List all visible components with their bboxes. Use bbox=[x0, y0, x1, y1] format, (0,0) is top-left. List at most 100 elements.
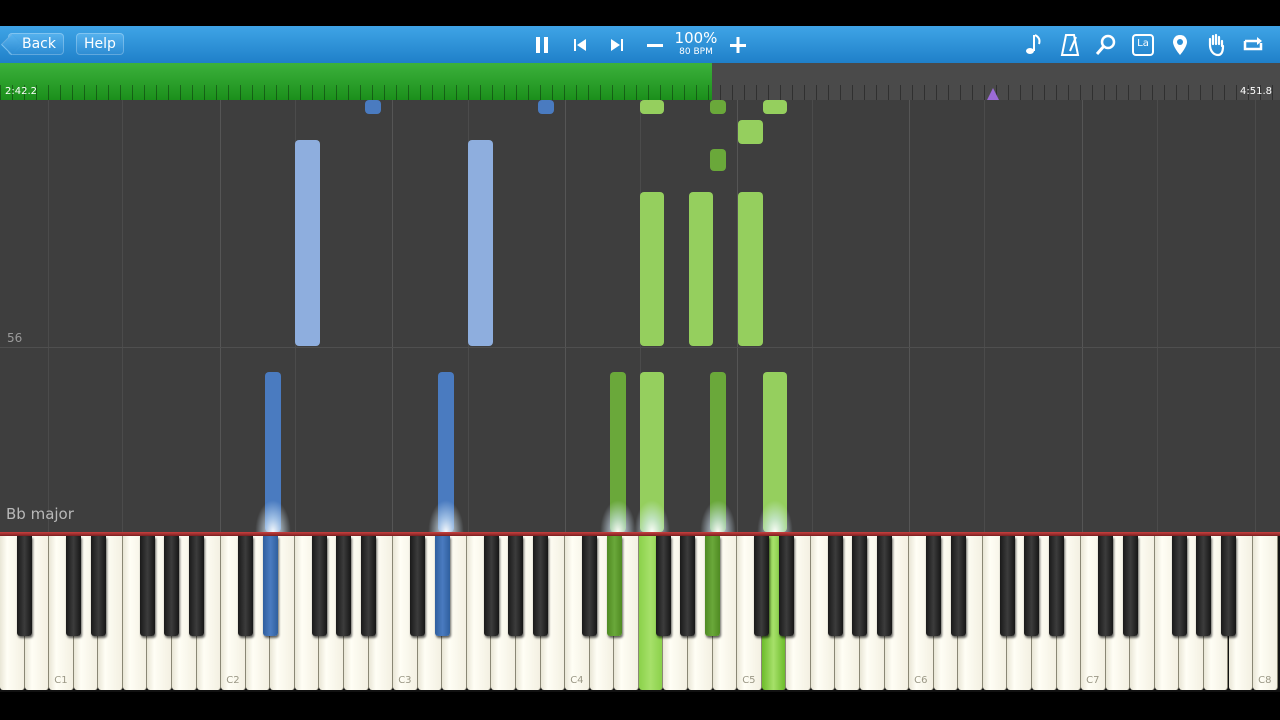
octave-label: C5 bbox=[742, 675, 756, 686]
black-key[interactable] bbox=[606, 536, 622, 636]
grid-line bbox=[122, 100, 123, 532]
song-progress-bar[interactable] bbox=[0, 63, 1280, 100]
note-hit-glow bbox=[428, 500, 464, 532]
falling-note bbox=[689, 192, 713, 346]
grid-line bbox=[984, 100, 985, 532]
black-key[interactable] bbox=[262, 536, 278, 636]
black-key[interactable] bbox=[950, 536, 966, 636]
black-key[interactable] bbox=[754, 536, 770, 636]
black-key[interactable] bbox=[336, 536, 352, 636]
help-button[interactable]: Help bbox=[76, 33, 124, 55]
black-key[interactable] bbox=[1122, 536, 1138, 636]
speed-bpm: 80 BPM bbox=[679, 47, 713, 57]
progress-ticks bbox=[0, 85, 1280, 100]
black-key[interactable] bbox=[1049, 536, 1064, 636]
black-key[interactable] bbox=[483, 536, 499, 636]
grid-line bbox=[1082, 100, 1083, 532]
back-button[interactable]: Back bbox=[8, 33, 64, 55]
metronome-icon[interactable] bbox=[1057, 32, 1083, 58]
piano-roll: 56 bbox=[0, 100, 1280, 532]
black-key[interactable] bbox=[705, 536, 721, 636]
octave-label: C8 bbox=[1258, 675, 1272, 686]
black-key[interactable] bbox=[999, 536, 1015, 636]
note-hit-glow bbox=[757, 500, 793, 532]
grid-line bbox=[48, 100, 49, 532]
octave-label: C3 bbox=[398, 675, 412, 686]
octave-label: C7 bbox=[1086, 675, 1100, 686]
note-hit-glow bbox=[700, 500, 736, 532]
grid-line bbox=[1255, 100, 1256, 532]
falling-note bbox=[738, 192, 763, 346]
skip-back-icon[interactable] bbox=[567, 32, 593, 58]
piano-keyboard[interactable]: C1 C2 C3 C4 C5 C6 C7 C8 bbox=[0, 536, 1280, 692]
speed-indicator: 100% 80 BPM bbox=[672, 30, 720, 58]
black-key[interactable] bbox=[189, 536, 205, 636]
black-key[interactable] bbox=[827, 536, 843, 636]
speed-percent: 100% bbox=[674, 29, 718, 47]
elapsed-time: 2:42.2 bbox=[5, 86, 37, 97]
falling-note bbox=[763, 100, 787, 114]
loop-marker[interactable] bbox=[987, 88, 1000, 100]
label-icon[interactable]: La bbox=[1130, 32, 1156, 58]
black-key[interactable] bbox=[1196, 536, 1212, 636]
measure-number: 56 bbox=[7, 331, 23, 345]
octave-label: C1 bbox=[54, 675, 68, 686]
grid-line bbox=[909, 100, 910, 532]
black-key[interactable] bbox=[434, 536, 450, 636]
black-key[interactable] bbox=[238, 536, 254, 636]
black-key[interactable] bbox=[90, 536, 106, 636]
black-key[interactable] bbox=[778, 536, 794, 636]
octave-label: C4 bbox=[570, 675, 584, 686]
note-hit-glow bbox=[600, 500, 636, 532]
black-key[interactable] bbox=[17, 536, 33, 636]
key-signature: Bb major bbox=[6, 505, 74, 523]
black-key[interactable] bbox=[410, 536, 426, 636]
black-key[interactable] bbox=[1171, 536, 1187, 636]
black-key[interactable] bbox=[852, 536, 868, 636]
falling-note bbox=[710, 149, 726, 171]
falling-note bbox=[295, 140, 320, 346]
octave-label: C6 bbox=[914, 675, 928, 686]
note-hit-glow bbox=[634, 500, 670, 532]
black-key[interactable] bbox=[877, 536, 893, 636]
measure-line bbox=[0, 347, 1280, 348]
minus-icon[interactable] bbox=[642, 32, 668, 58]
black-key[interactable] bbox=[508, 536, 524, 636]
black-key[interactable] bbox=[361, 536, 377, 636]
black-key[interactable] bbox=[311, 536, 327, 636]
falling-note bbox=[468, 140, 493, 346]
black-key[interactable] bbox=[582, 536, 598, 636]
black-key[interactable] bbox=[1024, 536, 1040, 636]
black-key[interactable] bbox=[66, 536, 82, 636]
black-key[interactable] bbox=[139, 536, 155, 636]
falling-note bbox=[538, 100, 554, 114]
falling-note bbox=[710, 100, 726, 114]
octave-label: C2 bbox=[226, 675, 240, 686]
falling-note bbox=[365, 100, 381, 114]
black-key[interactable] bbox=[926, 536, 942, 636]
black-key[interactable] bbox=[164, 536, 180, 636]
grid-line bbox=[220, 100, 221, 532]
note-icon[interactable] bbox=[1020, 32, 1046, 58]
hand-icon[interactable] bbox=[1203, 32, 1229, 58]
grid-line bbox=[812, 100, 813, 532]
bottom-bar bbox=[0, 692, 1280, 720]
skip-forward-icon[interactable] bbox=[604, 32, 630, 58]
black-key[interactable] bbox=[1098, 536, 1114, 636]
note-hit-glow bbox=[255, 500, 291, 532]
grid-line bbox=[565, 100, 566, 532]
location-pin-icon[interactable] bbox=[1167, 32, 1193, 58]
toolbar: Back Help 100% 80 BPM La bbox=[0, 26, 1280, 64]
label-icon-text: La bbox=[1137, 38, 1149, 49]
loop-icon[interactable] bbox=[1240, 32, 1266, 58]
falling-note bbox=[640, 100, 664, 114]
black-key[interactable] bbox=[533, 536, 549, 636]
falling-note bbox=[738, 120, 763, 144]
pause-icon[interactable] bbox=[529, 32, 555, 58]
plus-icon[interactable] bbox=[725, 32, 751, 58]
black-key[interactable] bbox=[1221, 536, 1236, 636]
black-key[interactable] bbox=[680, 536, 696, 636]
white-key[interactable]: C8 bbox=[1253, 536, 1278, 690]
black-key[interactable] bbox=[655, 536, 671, 636]
search-icon[interactable] bbox=[1093, 32, 1119, 58]
